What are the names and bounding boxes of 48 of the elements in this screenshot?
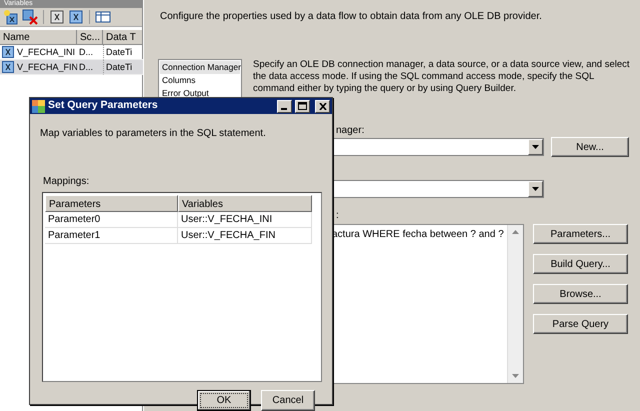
- table-cell[interactable]: User::V_FECHA_FIN: [178, 228, 312, 244]
- table-cell: D...: [77, 60, 103, 75]
- variable-name: V_FECHA_INI: [17, 46, 76, 59]
- access-mode-dropdown[interactable]: [331, 180, 544, 198]
- dialog-message: Map variables to parameters in the SQL statement.: [39, 127, 267, 141]
- field-label: nager:: [335, 125, 366, 137]
- table-cell: Parameter0: [45, 212, 178, 228]
- caret-icon: [532, 187, 539, 191]
- maximize-button[interactable]: [295, 100, 310, 112]
- help-text: Specify an OLE DB connection manager, a data source, or a data source view, and select the data access mode. If using the SQL command access mode, specify the SQL command either by typing the query or by using Query Builder.: [253, 59, 631, 96]
- variable-icon[interactable]: [68, 9, 84, 25]
- cancel-button[interactable]: Cancel: [261, 390, 315, 411]
- page-list-item[interactable]: Error Output: [160, 87, 240, 100]
- grid-icon[interactable]: [95, 9, 111, 25]
- action-button[interactable]: Browse...: [533, 284, 628, 304]
- dialog-title: Set Query Parameters: [48, 98, 159, 114]
- column-header[interactable]: Parameters: [45, 195, 178, 212]
- minimize-button[interactable]: [277, 100, 292, 112]
- action-button[interactable]: Build Query...: [533, 254, 628, 274]
- page-list-item[interactable]: Connection Manager: [160, 61, 240, 74]
- delete-variable-icon[interactable]: [22, 9, 38, 25]
- description-text: Configure the properties used by a data flow to obtain data from any OLE DB provider.: [159, 10, 543, 24]
- variable-name: V_FECHA_FIN: [17, 60, 78, 74]
- table-cell: DateTi: [103, 60, 143, 75]
- variable-icon: [2, 61, 14, 73]
- column-header[interactable]: Sc...: [77, 30, 103, 45]
- close-icon: [318, 102, 326, 110]
- page-list-item[interactable]: Columns: [160, 74, 240, 87]
- action-button[interactable]: Parse Query: [533, 314, 628, 334]
- scrollbar[interactable]: [507, 225, 523, 383]
- column-header[interactable]: Name: [0, 30, 77, 45]
- close-button[interactable]: [315, 100, 330, 112]
- field-label: :: [335, 210, 340, 222]
- column-header[interactable]: Variables: [178, 195, 312, 212]
- variable-icon: [2, 46, 14, 58]
- caret-icon: [532, 145, 539, 149]
- app-icon: [32, 100, 45, 112]
- column-header[interactable]: Data T: [103, 30, 143, 45]
- action-button[interactable]: Parameters...: [533, 224, 628, 244]
- maximize-icon: [298, 102, 307, 110]
- variable-icon[interactable]: [49, 9, 65, 25]
- connection-dropdown[interactable]: [331, 138, 544, 156]
- add-variable-icon[interactable]: [3, 9, 19, 25]
- ok-button[interactable]: OK: [197, 390, 251, 411]
- mappings-label: Mappings:: [43, 176, 90, 187]
- table-cell[interactable]: User::V_FECHA_INI: [178, 212, 312, 228]
- table-cell: Parameter1: [45, 228, 178, 244]
- new-button[interactable]: New...: [551, 137, 629, 157]
